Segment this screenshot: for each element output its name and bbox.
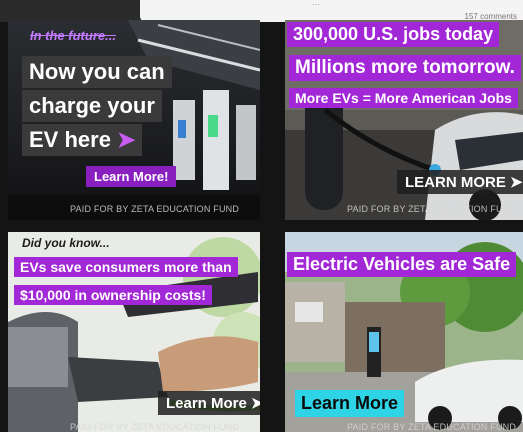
- ad1-headline-line3: EV here ➤: [22, 124, 143, 156]
- browser-top-bar: ... 157 comments: [0, 0, 523, 22]
- ad-card-american-jobs[interactable]: 300,000 U.S. jobs today Millions more to…: [285, 20, 523, 220]
- ad3-eyebrow: Did you know...: [22, 236, 110, 250]
- ad-card-ownership-savings[interactable]: Did you know... EVs save consumers more …: [8, 232, 260, 432]
- ad1-disclaimer: PAID FOR BY ZETA EDUCATION FUND: [70, 204, 240, 214]
- ad-card-charge-here[interactable]: In the future... Now you can charge your…: [8, 20, 260, 220]
- ad4-headline: Electric Vehicles are Safe: [287, 252, 517, 277]
- ad3-disclaimer: PAID FOR BY ZETA EDUCATION FUND: [70, 422, 240, 432]
- ad3-headline-line1: EVs save consumers more than: [14, 257, 238, 277]
- ad2-subline: More EVs = More American Jobs: [289, 88, 518, 108]
- ad4-learn-more-button[interactable]: Learn More: [295, 390, 405, 417]
- ad1-learn-more-button[interactable]: Learn More!: [86, 166, 177, 187]
- ad-card-evs-safe[interactable]: Electric Vehicles are Safe Learn More PA…: [285, 232, 523, 432]
- ad1-headline-line2: charge your: [22, 90, 162, 122]
- ad3-headline-line2: $10,000 in ownership costs!: [14, 285, 212, 305]
- ad1-headline-line1: Now you can: [22, 56, 172, 88]
- ad2-headline-line2: Millions more tomorrow.: [289, 55, 521, 81]
- play-arrow-icon: ➤: [116, 127, 136, 152]
- ad1-eyebrow: In the future...: [30, 28, 116, 43]
- ad2-headline-line1: 300,000 U.S. jobs today: [287, 22, 500, 47]
- ad3-learn-more-button[interactable]: Learn More ➤: [158, 391, 260, 415]
- ad2-learn-more-button[interactable]: LEARN MORE ➤: [397, 170, 523, 194]
- ad1-headline-line3-text: EV here: [29, 127, 111, 152]
- post-header-strip: ... 157 comments: [140, 0, 523, 22]
- top-truncated-text: ...: [312, 0, 320, 7]
- ad4-disclaimer: PAID FOR BY ZETA EDUCATION FUND: [347, 422, 517, 432]
- ad2-disclaimer: PAID FOR BY ZETA EDUCATION FUND: [347, 204, 517, 214]
